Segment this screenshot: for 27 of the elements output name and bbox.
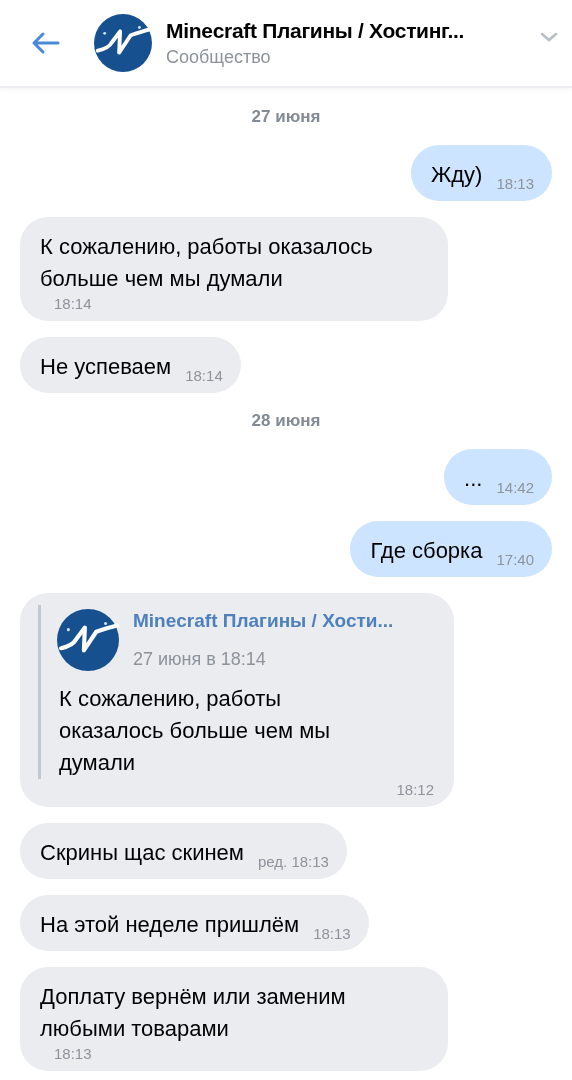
chat-subtitle: Сообщество bbox=[166, 46, 272, 68]
message-time: 18:14 bbox=[54, 295, 92, 313]
message-time: ред. 18:13 bbox=[258, 853, 329, 871]
date-separator: 28 июня bbox=[251, 411, 321, 431]
message-text: Не успеваем bbox=[40, 353, 172, 381]
message-time: 17:40 bbox=[496, 551, 534, 569]
message-time: 18:14 bbox=[185, 367, 223, 385]
message-time: 18:13 bbox=[54, 1045, 92, 1063]
message-text: Жду) bbox=[430, 161, 483, 189]
message-time: 18:13 bbox=[496, 175, 534, 193]
message-text: Скрины щас скинем bbox=[40, 839, 244, 867]
chat-title[interactable]: Minecraft Плагины / Хостинг... bbox=[166, 18, 532, 43]
quote-text: К сожалению, работы оказалось больше чем мы думали bbox=[59, 685, 332, 777]
message-time: 14:42 bbox=[496, 479, 534, 497]
date-separator: 27 июня bbox=[251, 107, 321, 127]
message-text: На этой неделе пришлём bbox=[40, 911, 300, 939]
message-text: Где сборка bbox=[370, 537, 483, 565]
message-time: 18:13 bbox=[313, 925, 351, 943]
message-time: 18:12 bbox=[396, 781, 434, 799]
logo-icon bbox=[94, 14, 152, 72]
logo-icon bbox=[57, 609, 119, 671]
message-text: ... bbox=[464, 465, 483, 493]
back-arrow-icon bbox=[30, 31, 60, 55]
message-text: Доплату вернём или заменим любыми товарами bbox=[40, 983, 347, 1043]
chevron-down-icon[interactable] bbox=[540, 32, 558, 42]
quote-date: 27 июня в 18:14 bbox=[133, 648, 267, 671]
message-text: К сожалению, работы оказалось больше чем мы думали bbox=[40, 233, 374, 293]
